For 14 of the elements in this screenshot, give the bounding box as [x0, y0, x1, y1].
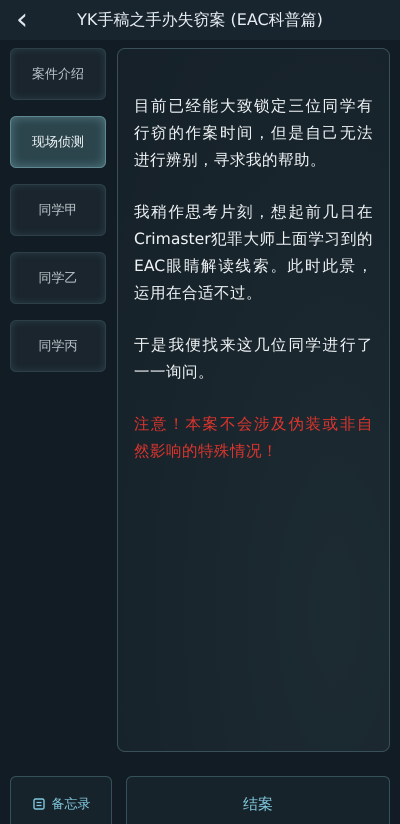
- window-title: YK手稿之手办失窃案 (EAC科普篇): [76, 10, 324, 30]
- warning-text: 注意！本案不会涉及伪装或非自然影响的特殊情况！: [134, 414, 373, 462]
- sidebar-tab[interactable]: 现场侦测: [10, 116, 106, 168]
- notebook-icon: [32, 797, 46, 811]
- memo-button[interactable]: 备忘录: [10, 776, 112, 824]
- paragraph: 于是我便找来这几位同学进行了一一询问。: [134, 335, 373, 383]
- sidebar-tab[interactable]: 同学乙: [10, 252, 106, 304]
- sidebar-tab[interactable]: 案件介绍: [10, 48, 106, 100]
- sidebar-tab[interactable]: 同学甲: [10, 184, 106, 236]
- paragraph: 我稍作思考片刻，想起前几日在Crimaster犯罪大师上面学习到的EAC眼睛解读线索。此时此景，运用在合适不过。: [134, 202, 373, 304]
- paragraph: 目前已经能大致锁定三位同学有行窃的作案时间，但是自己无法进行辨别，寻求我的帮助。: [134, 96, 373, 171]
- sidebar-tab[interactable]: 同学丙: [10, 320, 106, 372]
- close-case-button[interactable]: 结案: [126, 776, 390, 824]
- back-icon[interactable]: ‹: [0, 0, 44, 40]
